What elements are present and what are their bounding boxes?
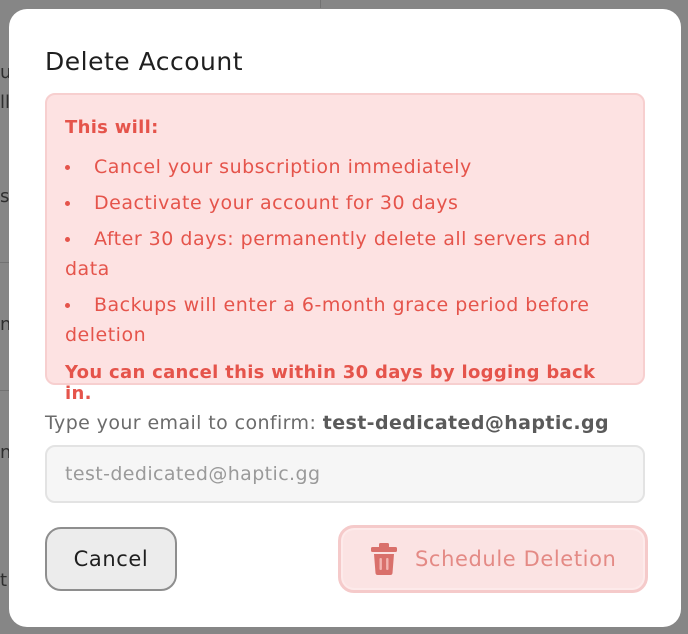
bullet-icon xyxy=(65,237,70,242)
schedule-deletion-label: Schedule Deletion xyxy=(415,547,617,571)
bullet-icon xyxy=(65,165,70,170)
email-confirm-input[interactable] xyxy=(45,445,645,503)
dialog-title: Delete Account xyxy=(45,47,244,76)
warning-item-text: Backups will enter a 6-month grace perio… xyxy=(65,294,590,346)
warning-list-item: Cancel your subscription immediately xyxy=(65,152,625,182)
warning-list: Cancel your subscription immediately Dea… xyxy=(65,152,625,350)
warning-item-text: Cancel your subscription immediately xyxy=(94,156,472,178)
confirm-label: Type your email to confirm: test-dedicat… xyxy=(45,412,609,434)
warning-box: This will: Cancel your subscription imme… xyxy=(45,93,645,404)
schedule-deletion-button[interactable]: Schedule Deletion xyxy=(338,525,648,593)
warning-item-text: After 30 days: permanently delete all se… xyxy=(65,228,591,280)
bullet-icon xyxy=(65,303,70,308)
warning-item-text: Deactivate your account for 30 days xyxy=(94,192,459,214)
warning-list-item: Deactivate your account for 30 days xyxy=(65,188,625,218)
confirm-email: test-dedicated@haptic.gg xyxy=(322,412,610,434)
delete-account-dialog: Delete Account This will: Cancel your su… xyxy=(9,9,681,627)
trash-icon xyxy=(369,542,399,576)
warning-footer: You can cancel this within 30 days by lo… xyxy=(65,362,596,404)
bullet-icon xyxy=(65,201,70,206)
cancel-button[interactable]: Cancel xyxy=(45,527,177,591)
warning-list-item: After 30 days: permanently delete all se… xyxy=(65,224,625,284)
confirm-label-text: Type your email to confirm: xyxy=(45,412,317,434)
warning-heading: This will: xyxy=(65,117,159,138)
warning-list-item: Backups will enter a 6-month grace perio… xyxy=(65,290,625,350)
